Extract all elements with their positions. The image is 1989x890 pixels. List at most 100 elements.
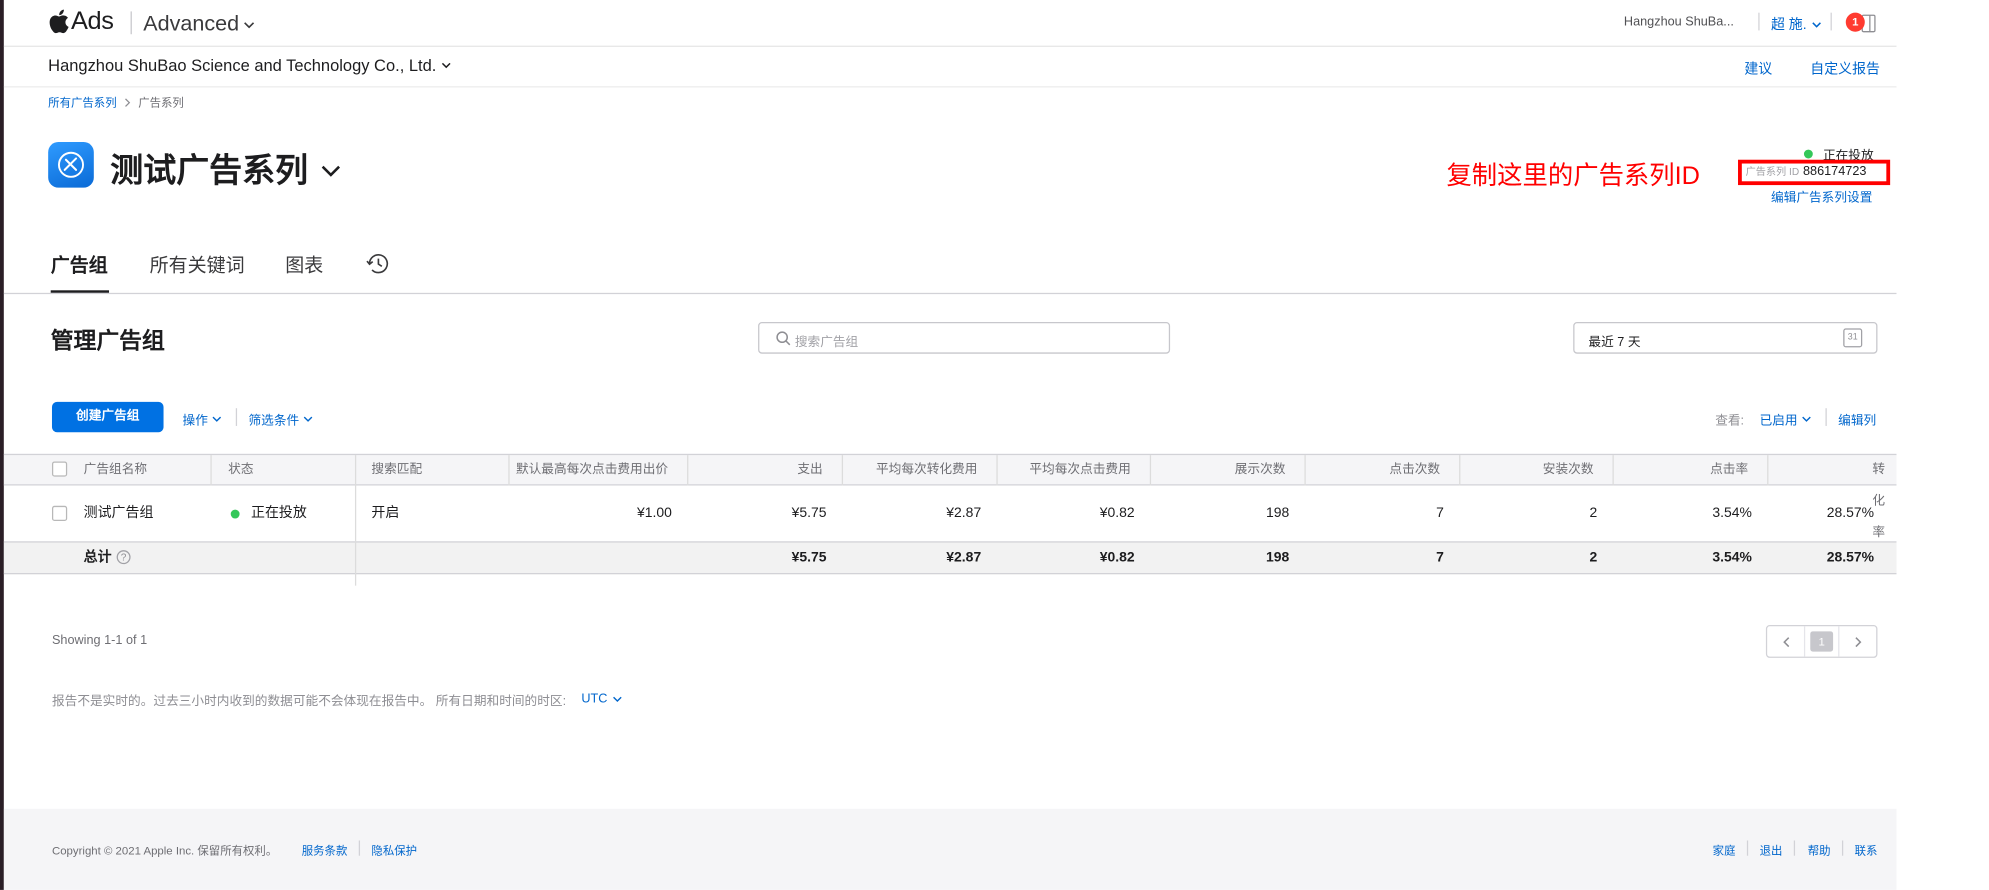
totals-avg-cpt: ¥0.82: [1099, 550, 1135, 566]
chevron-down-icon: [243, 22, 254, 29]
breadcrumb-all-campaigns[interactable]: 所有广告系列: [48, 94, 116, 110]
notifications-button[interactable]: 1: [1845, 12, 1879, 35]
column-divider: [996, 455, 998, 486]
privacy-link[interactable]: 隐私保护: [371, 842, 417, 858]
actions-menu[interactable]: 操作: [183, 409, 222, 428]
campaign-switcher[interactable]: 测试广告系列: [110, 145, 341, 192]
avg-cpa-value: ¥2.87: [946, 505, 982, 522]
calendar-day: 31: [1847, 333, 1858, 343]
campaign-id-value: 886174723: [1802, 164, 1867, 179]
brand-name: Ads: [70, 7, 114, 36]
search-match-value: 开启: [371, 505, 400, 522]
tab-label: 所有关键词: [149, 254, 245, 277]
spend-value: ¥5.75: [791, 505, 827, 522]
chevron-down-icon: [442, 62, 451, 69]
next-page-button[interactable]: [1838, 626, 1876, 657]
tab-history[interactable]: [365, 252, 389, 275]
row-checkbox[interactable]: [51, 505, 68, 522]
select-all-checkbox[interactable]: [51, 461, 68, 477]
table-row: 测试广告组 正在投放 开启 ¥1.00 ¥5.75 ¥2.87 ¥0.82 19…: [4, 486, 1897, 542]
design-area: Ads Advanced Hangzhou ShuBa... 超 施. 1 Ha…: [0, 0, 1965, 890]
prev-page-button[interactable]: [1767, 626, 1806, 657]
column-header-name[interactable]: 广告组名称: [84, 454, 147, 486]
max-cpt-bid-value[interactable]: ¥1.00: [637, 486, 672, 542]
tab-label: 广告组: [50, 254, 108, 277]
edit-columns-link[interactable]: 编辑列: [1838, 409, 1876, 429]
column-header-conversion-rate[interactable]: 转化率: [1872, 454, 1896, 540]
tab-all-keywords[interactable]: 所有关键词: [150, 251, 245, 278]
campaign-id-label: 广告系列 ID: [1745, 166, 1800, 178]
column-divider: [1612, 455, 1614, 486]
help-icon[interactable]: ?: [116, 550, 131, 565]
toolbar-divider: [235, 408, 238, 426]
date-range-picker[interactable]: 最近 7 天 31: [1573, 321, 1878, 354]
notice-text: 报告不是实时的。过去三小时内收到的数据可能不会体现在报告中。 所有日期和时间的时…: [51, 694, 567, 709]
suggestions-link[interactable]: 建议: [1744, 58, 1772, 78]
timezone-selector[interactable]: UTC: [581, 692, 607, 706]
chevron-right-icon: [125, 97, 131, 107]
footer-divider: [358, 840, 361, 856]
footer-link-contact[interactable]: 联系: [1855, 842, 1878, 858]
product-switcher[interactable]: Advanced: [143, 11, 254, 36]
column-header-taps[interactable]: 点击次数: [1389, 454, 1440, 486]
current-page-button[interactable]: 1: [1810, 631, 1834, 652]
org-name: Hangzhou ShuBao Science and Technology C…: [48, 55, 437, 75]
edit-campaign-settings-link[interactable]: 编辑广告系列设置: [1771, 186, 1872, 205]
toolbar-divider: [1825, 408, 1827, 426]
history-icon: [366, 254, 389, 274]
campaign-id[interactable]: 广告系列 ID 886174723: [1746, 165, 1867, 179]
view-filter-menu[interactable]: 已启用: [1760, 409, 1812, 428]
column-divider: [508, 455, 510, 486]
chevron-right-icon: [1855, 637, 1862, 648]
column-header-impressions[interactable]: 展示次数: [1235, 454, 1286, 486]
tab-charts[interactable]: 图表: [285, 251, 323, 278]
status-dot: [230, 508, 240, 518]
create-ad-group-button[interactable]: 创建广告组: [51, 401, 164, 433]
totals-conversion-rate: 28.57%: [1826, 550, 1875, 566]
ad-group-name[interactable]: 测试广告组: [84, 486, 154, 542]
user-menu[interactable]: 超 施.: [1771, 14, 1822, 34]
totals-label: 总计: [83, 550, 112, 566]
status-dot: [1803, 149, 1813, 159]
terms-link[interactable]: 服务条款: [302, 842, 348, 858]
installs-value: 2: [1589, 505, 1598, 522]
search-icon: [776, 331, 791, 346]
apple-logo-icon[interactable]: [48, 9, 70, 34]
product-name: Advanced: [143, 11, 240, 36]
tab-ad-groups[interactable]: 广告组: [51, 251, 108, 278]
totals-installs: 2: [1589, 550, 1598, 566]
totals-row: 总计 ? ¥5.75 ¥2.87 ¥0.82 198 7 2 3.54% 28.…: [4, 543, 1897, 573]
column-header-installs[interactable]: 安装次数: [1543, 454, 1594, 486]
brand-divider: [130, 11, 132, 35]
footer-link-logout[interactable]: 退出: [1760, 842, 1783, 858]
column-divider: [1149, 455, 1152, 486]
search-placeholder: 搜索广告组: [794, 335, 859, 350]
footer-divider: [1841, 840, 1844, 856]
account-name[interactable]: Hangzhou ShuBa...: [1624, 15, 1734, 29]
column-header-spend[interactable]: 支出: [797, 454, 822, 486]
column-header-search-match[interactable]: 搜索匹配: [371, 454, 422, 486]
tabs-divider: [3, 292, 1897, 295]
footer-link-help[interactable]: 帮助: [1808, 842, 1831, 858]
chevron-down-icon: [321, 165, 341, 177]
app-window: Ads Advanced Hangzhou ShuBa... 超 施. 1 Ha…: [0, 0, 1897, 890]
search-input[interactable]: 搜索广告组: [758, 321, 1171, 354]
chevron-left-icon: [1783, 637, 1790, 648]
org-bar: Hangzhou ShuBao Science and Technology C…: [3, 47, 1897, 88]
calendar-icon: 31: [1843, 328, 1863, 348]
org-switcher[interactable]: Hangzhou ShuBao Science and Technology C…: [48, 56, 451, 75]
copyright: Copyright © 2021 Apple Inc. 保留所有权利。: [51, 844, 278, 857]
column-header-ttr[interactable]: 点击率: [1710, 454, 1748, 486]
column-header-avg-cpa[interactable]: 平均每次转化费用: [876, 454, 977, 486]
footer-link-home[interactable]: 家庭: [1713, 842, 1736, 858]
column-divider: [1767, 455, 1769, 486]
filters-menu[interactable]: 筛选条件: [248, 409, 313, 428]
column-header-max-cpt-bid[interactable]: 默认最高每次点击费用出价: [516, 454, 668, 486]
column-header-status[interactable]: 状态: [228, 454, 253, 486]
campaign-title: 测试广告系列: [110, 150, 309, 189]
top-header: Ads Advanced Hangzhou ShuBa... 超 施. 1: [3, 0, 1897, 47]
column-divider: [687, 455, 689, 486]
custom-reports-link[interactable]: 自定义报告: [1810, 58, 1880, 78]
column-header-avg-cpt[interactable]: 平均每次点击费用: [1029, 454, 1130, 486]
totals-spend: ¥5.75: [791, 550, 827, 566]
